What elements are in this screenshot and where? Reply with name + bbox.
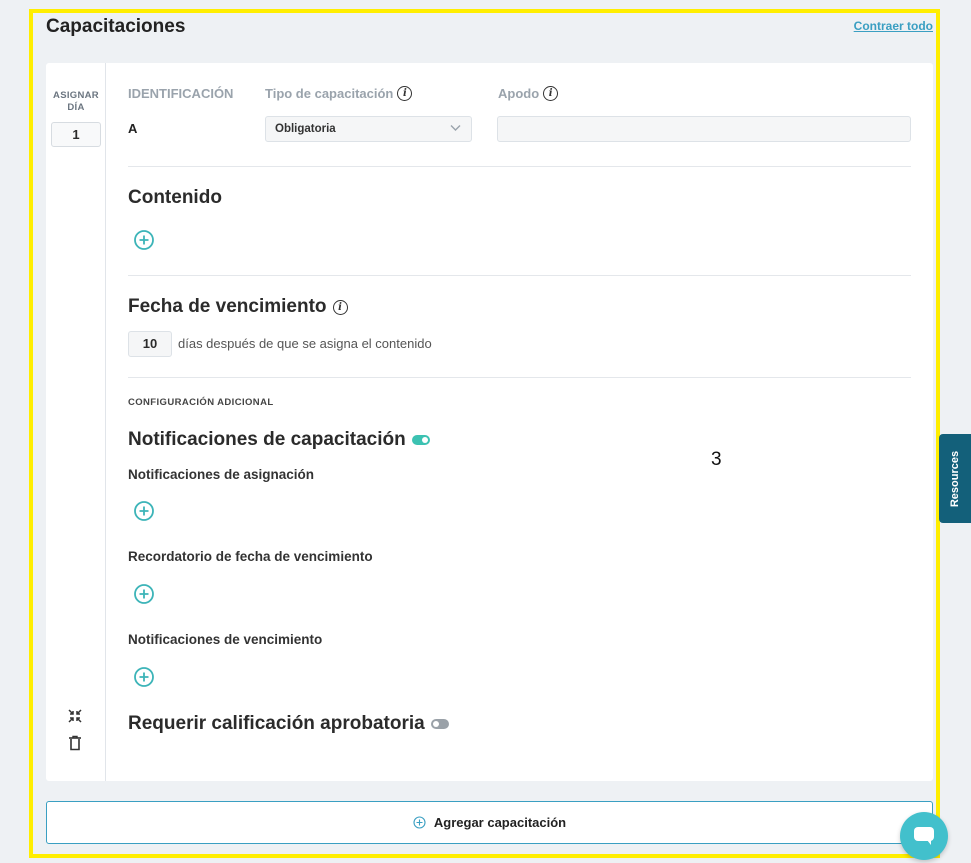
training-content: IDENTIFICACIÓN Tipo de capacitación i Ap…: [128, 63, 911, 781]
add-due-reminder-icon[interactable]: [133, 583, 155, 605]
nickname-label: Apodo i: [498, 86, 559, 101]
notifications-title: Notificaciones de capacitación: [128, 429, 430, 451]
divider: [128, 377, 911, 378]
trash-icon[interactable]: [65, 733, 85, 753]
training-type-selected: Obligatoria: [275, 123, 336, 135]
due-days-input[interactable]: 10: [128, 331, 172, 357]
due-days-text: días después de que se asigna el conteni…: [178, 336, 432, 351]
collapse-icon[interactable]: [65, 706, 85, 726]
resources-tab-label: Resources: [949, 450, 962, 507]
notifications-title-text: Notificaciones de capacitación: [128, 429, 406, 450]
info-icon[interactable]: i: [397, 86, 413, 101]
add-training-button[interactable]: Agregar capacitación: [46, 801, 933, 844]
additional-config-label: CONFIGURACIÓN ADICIONAL: [128, 397, 274, 408]
assign-day-label: ASIGNAR DÍA: [53, 90, 99, 113]
info-icon[interactable]: i: [332, 299, 348, 315]
assign-day-input[interactable]: 1: [51, 122, 101, 147]
plus-circle-icon: [413, 816, 426, 829]
nickname-label-text: Apodo: [498, 86, 540, 101]
notifications-toggle[interactable]: [411, 435, 430, 445]
training-card: ASIGNAR DÍA 1 IDENTIFICACIÓN Tipo de cap…: [46, 63, 933, 781]
identification-label-text: IDENTIFICACIÓN: [128, 86, 234, 101]
add-assignment-notification-icon[interactable]: [133, 500, 155, 522]
chat-button[interactable]: [900, 812, 948, 860]
nickname-input[interactable]: [497, 116, 911, 142]
divider: [128, 166, 911, 167]
add-training-label: Agregar capacitación: [433, 815, 567, 830]
training-type-label-text: Tipo de capacitación: [265, 86, 394, 101]
resources-tab[interactable]: Resources: [939, 434, 971, 523]
content-title: Contenido: [128, 187, 222, 208]
due-date-title: Fecha de vencimiento i: [128, 296, 348, 318]
section-title: Capacitaciones: [46, 16, 186, 37]
left-rail: ASIGNAR DÍA 1: [46, 63, 106, 781]
chat-icon: [914, 827, 934, 845]
info-icon[interactable]: i: [543, 86, 559, 101]
chevron-down-icon: [450, 125, 461, 131]
passing-grade-title: Requerir calificación aprobatoria: [128, 713, 449, 735]
training-type-select[interactable]: Obligatoria: [265, 116, 472, 142]
passing-grade-toggle[interactable]: [430, 719, 449, 729]
add-content-icon[interactable]: [133, 229, 155, 251]
add-expiration-notification-icon[interactable]: [133, 666, 155, 688]
collapse-all-link[interactable]: Contraer todo: [854, 19, 933, 33]
identification-value: A: [128, 121, 138, 136]
overlay-number: 3: [711, 449, 722, 470]
due-date-title-text: Fecha de vencimiento: [128, 296, 327, 317]
divider: [128, 275, 911, 276]
due-reminder-label: Recordatorio de fecha de vencimiento: [128, 549, 373, 564]
assignment-notifications-label: Notificaciones de asignación: [128, 467, 315, 482]
expiration-notifications-label: Notificaciones de vencimiento: [128, 632, 323, 647]
identification-label: IDENTIFICACIÓN: [128, 86, 233, 101]
passing-grade-title-text: Requerir calificación aprobatoria: [128, 713, 425, 734]
training-type-label: Tipo de capacitación i: [265, 86, 413, 101]
